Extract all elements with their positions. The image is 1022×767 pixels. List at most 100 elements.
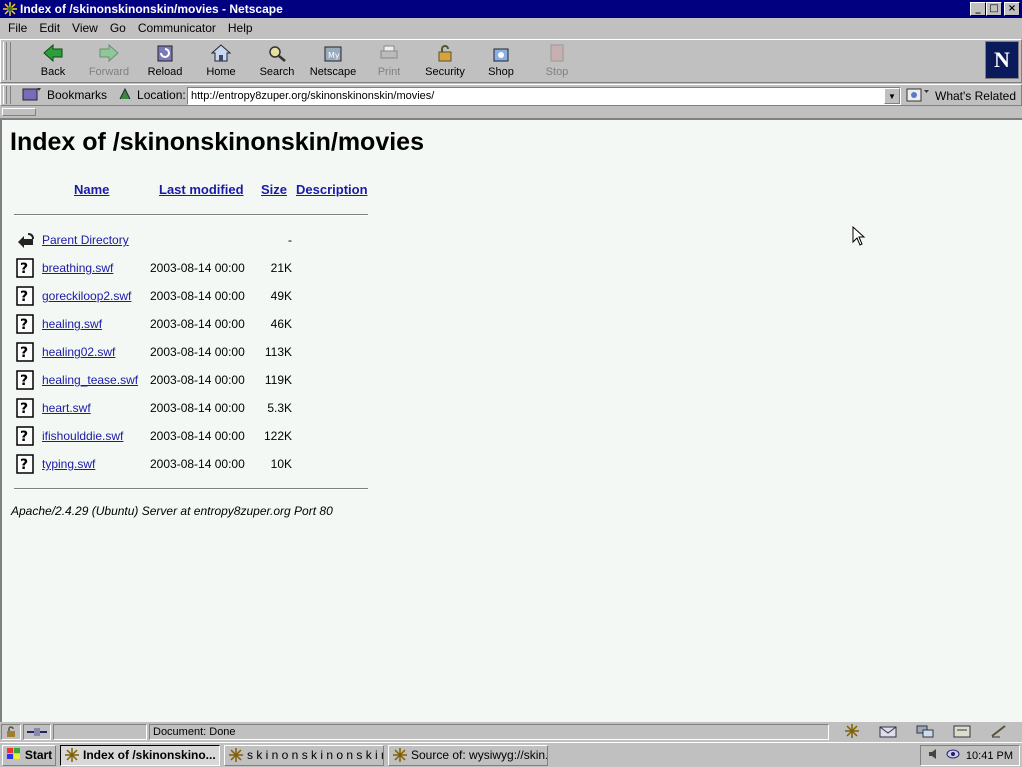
netscape-task-icon [393,748,407,762]
speaker-icon[interactable] [928,748,940,763]
navigation-toolbar: Back Forward Reload Home Search My Netsc… [0,39,1022,83]
stop-button[interactable]: Stop [529,40,585,82]
svg-text:?: ? [20,289,28,305]
menu-communicator[interactable]: Communicator [132,21,222,35]
netscape-icon: My [321,42,345,64]
security-button[interactable]: Security [417,40,473,82]
unknown-file-icon[interactable]: ? [16,398,36,418]
stop-label: Stop [545,66,569,78]
menu-bar: File Edit View Go Communicator Help [0,18,1022,38]
reload-label: Reload [147,66,183,78]
discussions-icon[interactable] [916,724,934,741]
file-link[interactable]: typing.swf [42,457,95,471]
unknown-file-icon[interactable]: ? [16,454,36,474]
file-link[interactable]: healing02.swf [42,345,115,359]
file-size: 46K [270,317,292,331]
pen-icon[interactable] [990,724,1008,741]
forward-arrow-icon [97,42,121,64]
back-folder-icon[interactable] [16,230,36,250]
url-dropdown-button[interactable]: ▼ [884,88,900,104]
whats-related-icon [905,87,931,106]
start-button[interactable]: Start [2,744,56,766]
table-row: ? healing_tease.swf 2003-08-14 00:00 119… [14,368,374,392]
unknown-file-icon[interactable]: ? [16,258,36,278]
location-grip[interactable] [3,86,11,104]
svg-text:?: ? [20,373,28,389]
bookmarks-button[interactable]: Bookmarks [47,88,107,102]
netscape-button[interactable]: My Netscape [305,40,361,82]
task-button-skinonskin[interactable]: s k i n o n s k i n o n s k i n... [224,744,384,766]
parent-size: - [288,233,292,247]
task-button-source[interactable]: Source of: wysiwyg://skin... [388,744,548,766]
unknown-file-icon[interactable]: ? [16,314,36,334]
netscape-logo[interactable]: N [985,41,1019,79]
netscape-task-icon [65,748,79,762]
url-input[interactable]: http://entropy8zuper.org/skinonskinonski… [187,87,901,105]
file-modified: 2003-08-14 00:00 [150,457,245,471]
file-link[interactable]: ifishoulddie.swf [42,429,123,443]
column-header-last-modified[interactable]: Last modified [159,182,244,197]
file-link[interactable]: heart.swf [42,401,91,415]
toolbar-grip[interactable] [3,42,11,80]
file-link[interactable]: goreckiloop2.swf [42,289,131,303]
file-modified: 2003-08-14 00:00 [150,401,245,415]
unknown-file-icon[interactable]: ? [16,342,36,362]
reload-button[interactable]: Reload [137,40,193,82]
forward-button[interactable]: Forward [81,40,137,82]
home-button[interactable]: Home [193,40,249,82]
table-row: ? heart.swf 2003-08-14 00:00 5.3K [14,396,374,420]
print-button[interactable]: Print [361,40,417,82]
clock[interactable]: 10:41 PM [966,750,1013,762]
table-row: ? goreckiloop2.swf 2003-08-14 00:00 49K [14,284,374,308]
page-title: Index of /skinonskinonskin/movies [10,128,424,156]
url-text: http://entropy8zuper.org/skinonskinonski… [191,90,435,102]
lock-icon [433,42,457,64]
search-button[interactable]: Search [249,40,305,82]
bookmarks-icon[interactable] [21,86,43,105]
navigator-icon[interactable] [844,723,860,741]
menu-edit[interactable]: Edit [33,21,66,35]
shop-icon [489,42,513,64]
collapsed-toolbar-tab[interactable] [2,108,36,116]
stop-icon [545,42,569,64]
home-label: Home [206,66,236,78]
window-titlebar[interactable]: Index of /skinonskinonskin/movies - Nets… [0,0,1022,18]
column-header-description[interactable]: Description [296,182,368,197]
column-header-name[interactable]: Name [74,182,109,197]
unknown-file-icon[interactable]: ? [16,370,36,390]
connection-status-icon [23,724,51,740]
column-header-size[interactable]: Size [261,182,287,197]
page-content[interactable]: Index of /skinonskinonskin/movies Name L… [0,118,1022,722]
file-link[interactable]: healing.swf [42,317,102,331]
restore-button[interactable]: □ [986,2,1002,16]
security-status-icon[interactable] [1,724,21,740]
file-link[interactable]: healing_tease.swf [42,373,138,387]
back-button[interactable]: Back [25,40,81,82]
menu-file[interactable]: File [2,21,33,35]
composer-icon[interactable] [953,724,971,741]
menu-help[interactable]: Help [222,21,259,35]
task-label: s k i n o n s k i n o n s k i n... [247,748,384,762]
whats-related-label: What's Related [935,89,1016,103]
menu-view[interactable]: View [66,21,104,35]
svg-text:?: ? [20,429,28,445]
svg-text:?: ? [20,345,28,361]
eye-icon[interactable] [946,749,960,762]
unknown-file-icon[interactable]: ? [16,286,36,306]
unknown-file-icon[interactable]: ? [16,426,36,446]
close-button[interactable]: × [1004,2,1020,16]
printer-icon [377,42,401,64]
minimize-button[interactable]: _ [970,2,986,16]
parent-directory-link[interactable]: Parent Directory [42,233,129,247]
file-modified: 2003-08-14 00:00 [150,345,245,359]
taskbar: Start Index of /skinonskino... s k i n o… [0,742,1022,767]
shop-button[interactable]: Shop [473,40,529,82]
mail-icon[interactable] [879,724,897,741]
netscape-window-icon[interactable] [3,2,17,16]
task-button-index[interactable]: Index of /skinonskino... [60,744,220,766]
menu-go[interactable]: Go [104,21,132,35]
whats-related-button[interactable]: What's Related [905,86,1016,106]
location-icon[interactable] [117,86,133,105]
file-link[interactable]: breathing.swf [42,261,113,275]
reload-icon [153,42,177,64]
